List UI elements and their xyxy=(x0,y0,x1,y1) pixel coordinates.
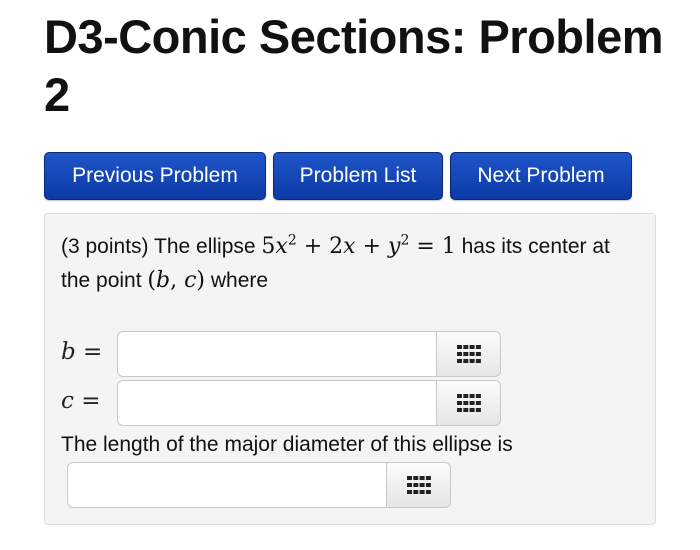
eq-variable-x: x xyxy=(275,234,288,259)
answer-input-major-diameter[interactable] xyxy=(67,462,387,508)
equals-sign: = xyxy=(75,339,103,365)
paren-close: ) xyxy=(196,268,206,293)
keypad-button-c[interactable] xyxy=(437,380,501,426)
ellipse-equation: 5x2 + 2x + y2 = 1 xyxy=(261,234,455,259)
previous-problem-button[interactable]: Previous Problem xyxy=(44,152,266,200)
answer-label-c: c = xyxy=(61,386,117,416)
eq-exponent: 2 xyxy=(287,232,297,249)
keypad-button-major[interactable] xyxy=(387,462,451,508)
variable-c: c xyxy=(61,388,74,414)
keypad-grid-icon xyxy=(407,476,431,494)
equals-sign: = xyxy=(73,388,101,414)
major-diameter-prompt: The length of the major diameter of this… xyxy=(61,433,513,456)
problem-where-text: where xyxy=(205,269,269,292)
page-title: D3-Conic Sections: Problem 2 xyxy=(44,10,664,121)
keypad-grid-icon xyxy=(457,345,481,363)
eq-coefficient: 5 xyxy=(261,234,276,259)
point-c: c xyxy=(184,268,197,293)
answer-label-b: b = xyxy=(61,337,117,367)
keypad-button-b[interactable] xyxy=(437,331,501,377)
problem-intro: (3 points) The ellipse xyxy=(61,235,262,258)
answer-input-c[interactable] xyxy=(117,380,437,426)
point-b: b xyxy=(156,268,171,293)
keypad-grid-icon xyxy=(457,394,481,412)
eq-variable-y: y xyxy=(388,234,401,259)
problem-box: (3 points) The ellipse 5x2 + 2x + y2 = 1… xyxy=(44,213,656,525)
point-comma: , xyxy=(170,268,185,293)
problem-list-button[interactable]: Problem List xyxy=(273,152,443,200)
eq-right-side: = 1 xyxy=(409,234,456,259)
next-problem-button[interactable]: Next Problem xyxy=(450,152,632,200)
problem-statement: (3 points) The ellipse 5x2 + 2x + y2 = 1… xyxy=(61,230,641,298)
eq-term: + 2 xyxy=(296,234,344,259)
paren-open: ( xyxy=(147,268,156,293)
variable-b: b xyxy=(61,339,76,365)
eq-operator: + xyxy=(355,234,388,259)
center-point: (b, c) xyxy=(147,268,205,293)
answer-input-b[interactable] xyxy=(117,331,437,377)
page: D3-Conic Sections: Problem 2 Previous Pr… xyxy=(0,0,700,550)
eq-variable-x: x xyxy=(343,234,356,259)
